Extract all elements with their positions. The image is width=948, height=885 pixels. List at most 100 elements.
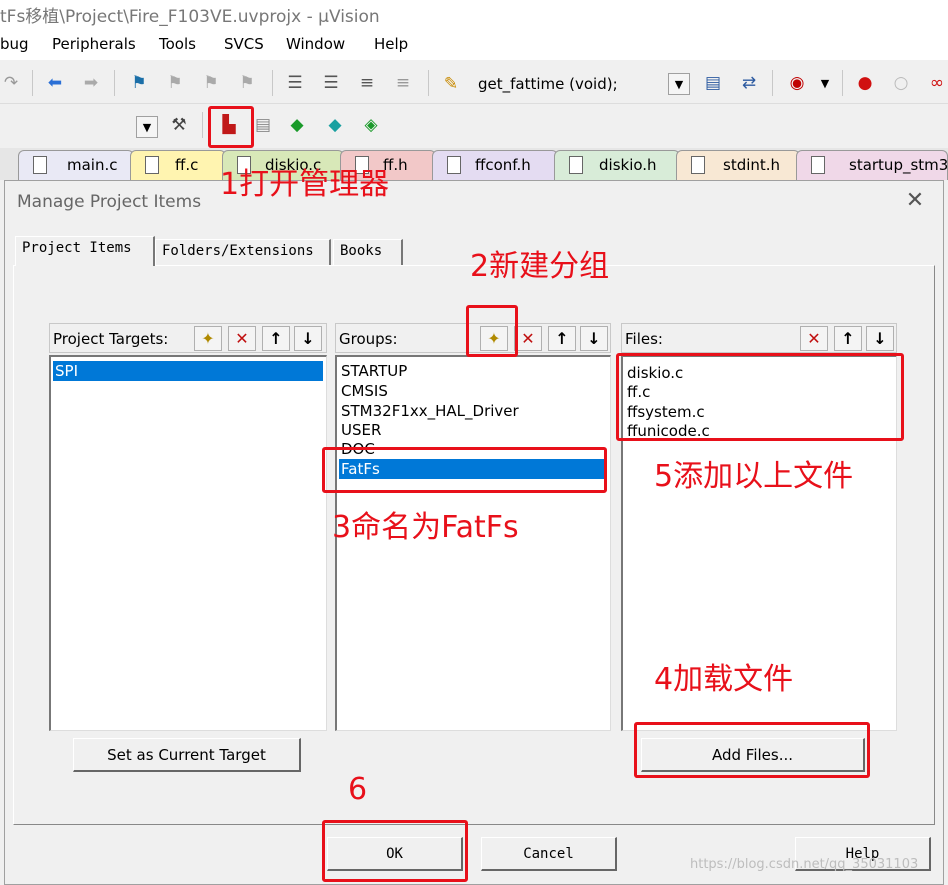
bookmark-clear-icon[interactable]: ⚑: [236, 72, 258, 94]
menu-debug[interactable]: bug: [0, 35, 29, 53]
indent-icon[interactable]: ☰: [284, 72, 306, 94]
options-wand-icon[interactable]: ⚒: [168, 114, 190, 136]
title-bar: tFs移植\Project\Fire_F103VE.uvprojx - µVis…: [0, 0, 948, 28]
list-item[interactable]: STM32F1xx_HAL_Driver: [339, 401, 519, 421]
annotation-box-add-files: [634, 722, 870, 778]
delete-target-icon[interactable]: ✕: [228, 326, 256, 351]
move-down-icon[interactable]: ↓: [580, 326, 608, 351]
annotation-step6: 6: [348, 772, 368, 807]
groups-header-label: Groups:: [339, 330, 398, 348]
toolbar-separator: [202, 112, 203, 138]
debug-session-icon[interactable]: ◉: [786, 72, 808, 94]
redo-icon[interactable]: ↷: [0, 72, 22, 94]
list-item[interactable]: CMSIS: [339, 381, 388, 401]
comment-icon[interactable]: ≡: [356, 72, 378, 94]
file-icon: [447, 156, 461, 174]
annotation-step5: 5添加以上文件: [654, 459, 854, 494]
breakpoint-enable-icon[interactable]: ○: [890, 72, 912, 94]
layers-icon[interactable]: ▤: [252, 114, 274, 136]
file-icon: [569, 156, 583, 174]
find-in-files-icon[interactable]: ✎: [440, 73, 462, 95]
close-icon[interactable]: ✕: [903, 189, 927, 213]
find-icon[interactable]: ▤: [702, 72, 724, 94]
delete-file-icon[interactable]: ✕: [800, 326, 828, 351]
file-icon: [811, 156, 825, 174]
menu-tools[interactable]: Tools: [159, 35, 196, 53]
toolbar-separator: [32, 70, 33, 96]
annotation-step3: 3命名为FatFs: [332, 510, 519, 545]
bookmark-next-icon[interactable]: ⚑: [200, 72, 222, 94]
toolbar-separator: [772, 70, 773, 96]
menu-bar: bug Peripherals Tools SVCS Window Help: [0, 28, 948, 60]
move-up-icon[interactable]: ↑: [834, 326, 862, 351]
toolbar-separator: [428, 70, 429, 96]
breakpoint-kill-icon[interactable]: ∞: [926, 72, 948, 94]
chevron-down-icon[interactable]: ▼: [136, 116, 158, 138]
file-icon: [33, 156, 47, 174]
unindent-icon[interactable]: ☰: [320, 72, 342, 94]
annotation-box-manager: [208, 106, 254, 148]
nav-forward-icon[interactable]: ➡: [80, 72, 102, 94]
toolbar-separator: [842, 70, 843, 96]
targets-header-label: Project Targets:: [53, 330, 169, 348]
tab-startup-stm32[interactable]: startup_stm3: [796, 150, 948, 180]
targets-header: Project Targets: ✦ ✕ ↑ ↓: [49, 323, 327, 353]
chevron-down-icon[interactable]: ▼: [814, 72, 836, 94]
bookmark-prev-icon[interactable]: ⚑: [164, 72, 186, 94]
tab-diskio-h[interactable]: diskio.h: [554, 150, 680, 180]
menu-peripherals[interactable]: Peripherals: [52, 35, 136, 53]
list-item[interactable]: USER: [339, 420, 381, 440]
tab-ffconf-h[interactable]: ffconf.h: [432, 150, 558, 180]
function-combo-value: get_fattime (void);: [478, 75, 618, 93]
new-target-icon[interactable]: ✦: [194, 326, 222, 351]
move-down-icon[interactable]: ↓: [866, 326, 894, 351]
set-current-target-button[interactable]: Set as Current Target: [73, 738, 301, 772]
cancel-button[interactable]: Cancel: [481, 837, 617, 871]
tab-main-c[interactable]: main.c: [18, 150, 134, 180]
move-up-icon[interactable]: ↑: [548, 326, 576, 351]
window-title: tFs移植\Project\Fire_F103VE.uvprojx - µVis…: [0, 7, 380, 27]
move-down-icon[interactable]: ↓: [294, 326, 322, 351]
list-item[interactable]: STARTUP: [339, 361, 407, 381]
annotation-step1: 1打开管理器: [220, 167, 390, 202]
annotation-box-fatfs: [322, 447, 607, 493]
function-combo[interactable]: ✎ get_fattime (void); ▼: [436, 71, 696, 97]
list-item[interactable]: SPI: [53, 361, 323, 381]
dialog-title: Manage Project Items: [17, 192, 202, 212]
select-packs-icon[interactable]: ◆: [324, 114, 346, 136]
nav-back-icon[interactable]: ⬅: [44, 72, 66, 94]
editor-tab-strip: main.c ff.c diskio.c ff.h ffconf.h diski…: [0, 148, 948, 180]
annotation-box-files: [616, 353, 904, 441]
files-header-label: Files:: [625, 330, 663, 348]
annotation-step4: 4加载文件: [654, 662, 794, 697]
chevron-down-icon[interactable]: ▼: [668, 73, 690, 95]
menu-help[interactable]: Help: [374, 35, 408, 53]
annotation-box-ok: [322, 820, 468, 882]
tab-books[interactable]: Books: [333, 239, 403, 265]
annotation-step2: 2新建分组: [470, 249, 610, 284]
file-icon: [145, 156, 159, 174]
delete-group-icon[interactable]: ✕: [514, 326, 542, 351]
file-icon: [691, 156, 705, 174]
incremental-find-icon[interactable]: ⇄: [738, 72, 760, 94]
toolbar-separator: [114, 70, 115, 96]
toolbar-build: ▼ ⚒ ▙ ▤ ◆ ◆ ◈: [0, 104, 948, 146]
watermark: https://blog.csdn.net/qq_35031103: [690, 857, 919, 872]
toolbar-main: ↷ ⬅ ➡ ⚑ ⚑ ⚑ ⚑ ☰ ☰ ≡ ≡ ✎ get_fattime (voi…: [0, 62, 948, 104]
pack-installer-icon[interactable]: ◆: [286, 114, 308, 136]
annotation-box-new-group: [466, 305, 518, 357]
tab-folders-extensions[interactable]: Folders/Extensions: [155, 239, 331, 265]
tab-ff-c[interactable]: ff.c: [130, 150, 226, 180]
targets-list[interactable]: SPI: [49, 355, 327, 731]
tab-project-items[interactable]: Project Items: [15, 236, 155, 266]
breakpoint-icon[interactable]: ●: [854, 72, 876, 94]
files-header: Files: ✕ ↑ ↓: [621, 323, 897, 353]
menu-svcs[interactable]: SVCS: [224, 35, 264, 53]
move-up-icon[interactable]: ↑: [262, 326, 290, 351]
menu-window[interactable]: Window: [286, 35, 345, 53]
toolbar-separator: [272, 70, 273, 96]
tab-stdint-h[interactable]: stdint.h: [676, 150, 800, 180]
run-time-env-icon[interactable]: ◈: [360, 114, 382, 136]
bookmark-icon[interactable]: ⚑: [128, 72, 150, 94]
uncomment-icon[interactable]: ≡: [392, 72, 414, 94]
